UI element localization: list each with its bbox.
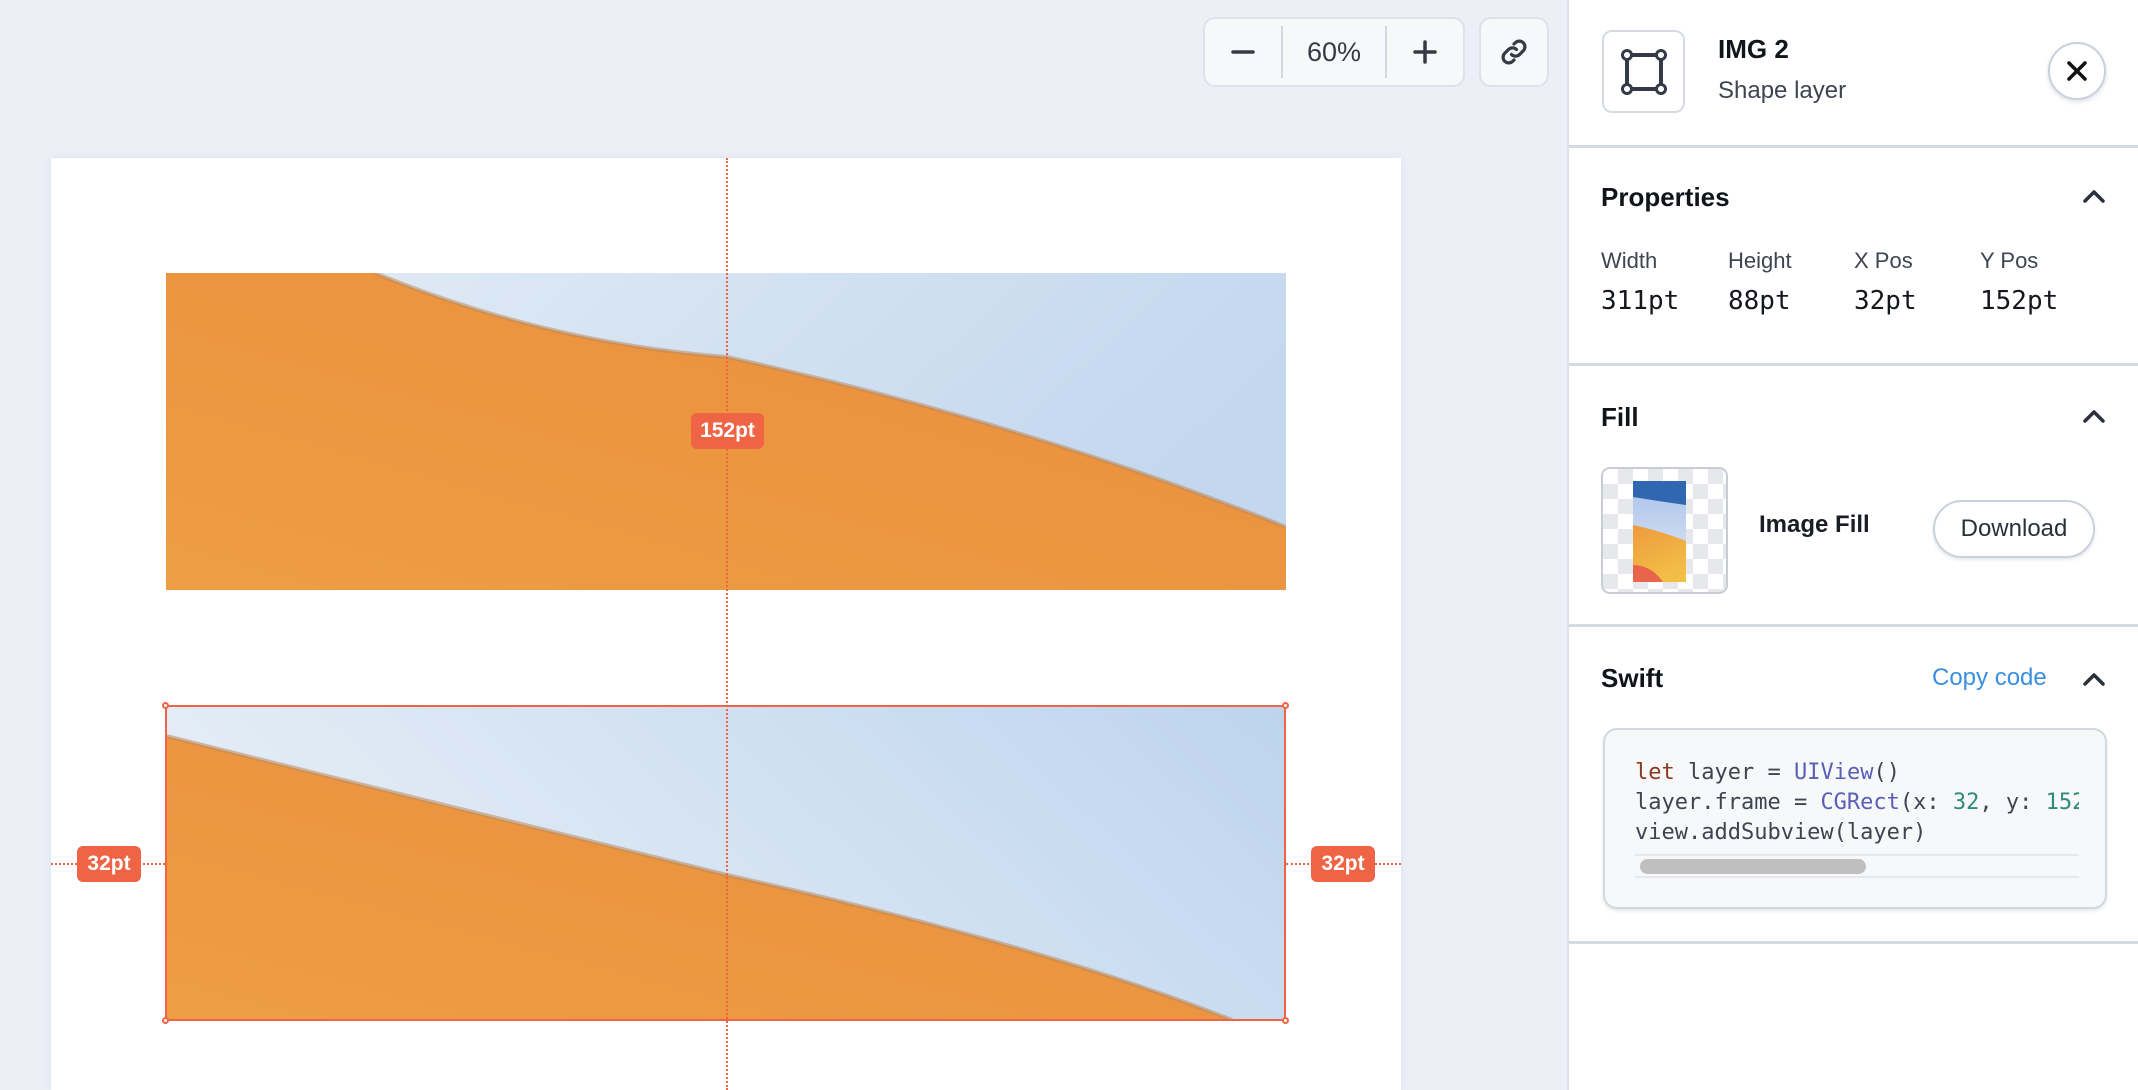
collapse-fill-button[interactable] [2080,402,2108,430]
property-x-pos: X Pos 32pt [1854,248,1917,316]
swift-code-section: Swift Copy code let layer = UIView() lay… [1569,627,2138,944]
property-label: Y Pos [1980,248,2039,273]
code-token: CGRect [1820,790,1900,815]
fill-section: Fill Image Fill Download [1569,366,2138,627]
chevron-up-icon [2083,410,2105,423]
property-value: 32pt [1854,286,1917,316]
code-token: view.addSubview(layer) [1635,820,1927,845]
zoom-controls: 60% [1203,17,1465,87]
wallpaper-preview-image [1633,481,1686,582]
chevron-up-icon [2083,190,2105,203]
code-token: layer = [1674,760,1794,785]
code-line: let layer = UIView() [1635,758,2079,788]
chevron-up-icon [2083,673,2105,686]
code-line: view.addSubview(layer) [1635,818,2079,848]
property-height: Height 88pt [1728,248,1792,316]
code-token: UIView [1793,760,1874,785]
shape-rectangle-icon [1620,48,1667,95]
code-block[interactable]: let layer = UIView() layer.frame = CGRec… [1603,728,2107,909]
collapse-properties-button[interactable] [2080,182,2108,210]
properties-title: Properties [1601,182,1730,212]
download-button[interactable]: Download [1933,500,2095,558]
layer-subtitle: Shape layer [1718,77,1847,104]
canvas-area[interactable]: 152pt 32pt 32pt 60% [0,0,1567,1090]
link-icon [1501,39,1527,65]
measure-label-top: 152pt [691,413,764,449]
code-token: () [1873,760,1900,785]
code-scroll-area[interactable]: let layer = UIView() layer.frame = CGRec… [1635,758,2079,878]
panel-header: IMG 2 Shape layer [1569,0,2138,148]
zoom-out-button[interactable] [1205,19,1281,85]
property-y-pos: Y Pos 152pt [1980,248,2058,316]
scrollbar-thumb[interactable] [1640,859,1866,874]
code-token: , y: [1979,790,2046,815]
horizontal-scrollbar[interactable] [1635,854,2079,878]
property-label: X Pos [1854,248,1913,273]
property-value: 311pt [1601,286,1680,316]
image-fill-label: Image Fill [1759,511,1870,538]
code-line: layer.frame = CGRect(x: 32, y: 152, widt… [1635,788,2079,818]
property-value: 88pt [1728,286,1791,316]
collapse-swift-button[interactable] [2080,665,2108,693]
layer-title: IMG 2 [1718,34,1789,64]
link-button[interactable] [1479,17,1549,87]
code-token: let [1635,760,1675,785]
zoom-level[interactable]: 60% [1283,37,1385,68]
property-label: Width [1601,248,1658,273]
minus-icon [1231,50,1255,54]
zoom-in-button[interactable] [1387,19,1463,85]
swift-title: Swift [1601,663,1664,693]
fill-title: Fill [1601,402,1639,432]
inspector-panel: IMG 2 Shape layer Properties Width 311pt… [1567,0,2138,1090]
close-icon [2067,61,2087,81]
artboard[interactable]: 152pt 32pt 32pt [51,158,1401,1090]
image-fill-thumbnail[interactable] [1601,467,1728,594]
code-token: 32 [1952,790,1980,815]
close-button[interactable] [2048,42,2106,100]
vertical-guide-line [726,158,728,1090]
code-token: layer.frame = [1635,790,1821,815]
properties-section: Properties Width 311pt Height 88pt X Pos… [1569,148,2138,366]
measure-label-left: 32pt [77,846,141,882]
copy-code-link[interactable]: Copy code [1932,664,2047,692]
code-token: (x: [1899,790,1953,815]
property-label: Height [1728,248,1792,273]
code-token: 152 [2045,790,2079,815]
property-width: Width 311pt [1601,248,1679,316]
property-value: 152pt [1980,286,2059,316]
layer-type-icon-box [1602,30,1685,113]
measure-label-right: 32pt [1311,846,1375,882]
plus-icon [1413,40,1437,64]
